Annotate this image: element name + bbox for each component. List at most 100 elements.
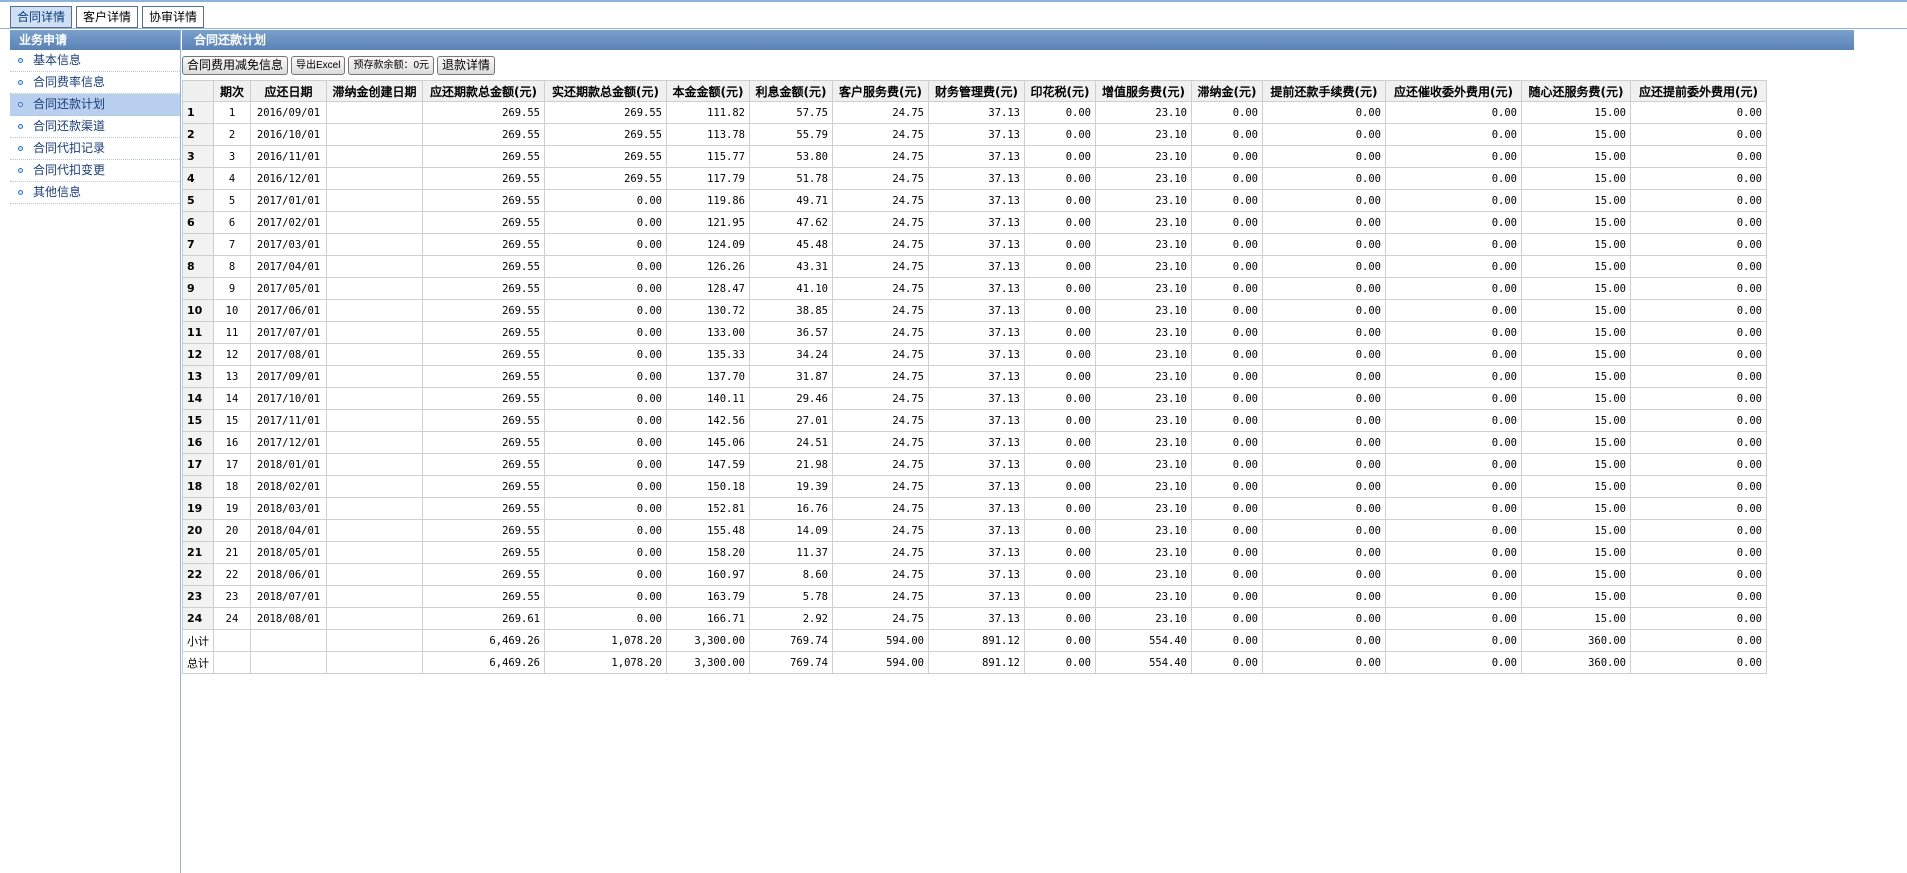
table-cell: 0.00 (544, 343, 667, 366)
tab-review-details[interactable]: 协审详情 (142, 6, 205, 28)
table-row[interactable]: 17 17 2018/01/01 269.55 0.00 147.59 21.98 24.75… (182, 453, 1767, 476)
table-row[interactable]: 12 12 2017/08/01 269.55 0.00 135.33 34.24 24.75… (182, 343, 1767, 366)
table-cell: 23.10 (1095, 431, 1192, 454)
table-row[interactable]: 13 13 2017/09/01 269.55 0.00 137.70 31.87 24.75… (182, 365, 1767, 388)
table-cell: 0.00 (1024, 101, 1096, 124)
table-cell: 0.00 (1385, 541, 1522, 564)
column-header[interactable]: 本金金额(元) (666, 80, 750, 102)
table-row[interactable]: 9 9 2017/05/01 269.55 0.00 128.47 41.10 24.75 37… (182, 277, 1767, 300)
table-cell: 0.00 (1630, 453, 1767, 476)
table-row[interactable]: 21 21 2018/05/01 269.55 0.00 158.20 11.37 24.75… (182, 541, 1767, 564)
table-cell: 1 (213, 101, 251, 124)
table-row[interactable]: 8 8 2017/04/01 269.55 0.00 126.26 43.31 24.75 37… (182, 255, 1767, 278)
table-cell: 24.75 (832, 101, 929, 124)
table-cell: 19 (213, 497, 251, 520)
sidebar-item[interactable]: 合同还款渠道 (10, 116, 180, 138)
table-cell: 0.00 (1630, 563, 1767, 586)
table-cell: 0.00 (1262, 277, 1386, 300)
table-row[interactable]: 20 20 2018/04/01 269.55 0.00 155.48 14.09 24.75… (182, 519, 1767, 542)
column-header[interactable]: 增值服务费(元) (1095, 80, 1192, 102)
table-row[interactable]: 19 19 2018/03/01 269.55 0.00 152.81 16.76 24.75… (182, 497, 1767, 520)
table-cell: 769.74 (749, 629, 833, 652)
table-cell: 0.00 (544, 475, 667, 498)
table-row[interactable]: 1 1 2016/09/01 269.55 269.55 111.82 57.75 24.75… (182, 101, 1767, 124)
table-cell: 0.00 (1024, 541, 1096, 564)
table-cell: 0.00 (1262, 145, 1386, 168)
table-cell: 0.00 (1262, 343, 1386, 366)
table-cell: 37.13 (928, 607, 1025, 630)
table-row[interactable]: 10 10 2017/06/01 269.55 0.00 130.72 38.85 24.75… (182, 299, 1767, 322)
sidebar-item[interactable]: 其他信息 (10, 182, 180, 204)
column-header[interactable]: 财务管理费(元) (928, 80, 1025, 102)
export-excel-button[interactable]: 导出Excel (291, 55, 346, 75)
table-row[interactable]: 16 16 2017/12/01 269.55 0.00 145.06 24.51 24.75… (182, 431, 1767, 454)
table-cell: 0.00 (1630, 409, 1767, 432)
row-number: 7 (182, 233, 214, 256)
table-cell: 269.55 (422, 497, 545, 520)
table-row[interactable]: 5 5 2017/01/01 269.55 0.00 119.86 49.71 24.75 37… (182, 189, 1767, 212)
column-header[interactable]: 随心还服务费(元) (1521, 80, 1631, 102)
table-cell: 0.00 (1191, 299, 1263, 322)
table-cell: 0.00 (1630, 145, 1767, 168)
table-cell: 23.10 (1095, 409, 1192, 432)
table-cell (326, 101, 423, 124)
column-header[interactable]: 滞纳金(元) (1191, 80, 1263, 102)
table-cell: 23.10 (1095, 255, 1192, 278)
column-header[interactable]: 应还期款总金额(元) (422, 80, 545, 102)
tab-customer-details[interactable]: 客户详情 (76, 6, 139, 28)
table-cell: 0.00 (1630, 629, 1767, 652)
table-cell: 0.00 (1262, 453, 1386, 476)
column-header[interactable]: 利息金额(元) (749, 80, 833, 102)
table-row[interactable]: 2 2 2016/10/01 269.55 269.55 113.78 55.79 24.75… (182, 123, 1767, 146)
sidebar-item-label: 其他信息 (33, 185, 82, 199)
table-row[interactable]: 3 3 2016/11/01 269.55 269.55 115.77 53.80 24.75… (182, 145, 1767, 168)
table-row[interactable]: 24 24 2018/08/01 269.61 0.00 166.71 2.92 24.75 3… (182, 607, 1767, 630)
column-header[interactable]: 应还催收委外费用(元) (1385, 80, 1522, 102)
table-cell: 8.60 (749, 563, 833, 586)
fee-waiver-button[interactable]: 合同费用减免信息 (182, 55, 289, 75)
table-row[interactable]: 18 18 2018/02/01 269.55 0.00 150.18 19.39 24.75… (182, 475, 1767, 498)
table-cell: 37.13 (928, 563, 1025, 586)
table-row[interactable]: 23 23 2018/07/01 269.55 0.00 163.79 5.78 24.75 3… (182, 585, 1767, 608)
column-header[interactable]: 应还提前委外费用(元) (1630, 80, 1767, 102)
table-row[interactable]: 4 4 2016/12/01 269.55 269.55 117.79 51.78 24.75… (182, 167, 1767, 190)
column-header[interactable]: 印花税(元) (1024, 80, 1096, 102)
column-header[interactable]: 实还期款总金额(元) (544, 80, 667, 102)
table-cell: 0.00 (1024, 387, 1096, 410)
refund-details-button[interactable]: 退款详情 (437, 55, 496, 75)
table-row[interactable]: 11 11 2017/07/01 269.55 0.00 133.00 36.57 24.75… (182, 321, 1767, 344)
table-cell: 0.00 (1630, 123, 1767, 146)
table-cell: 23.10 (1095, 475, 1192, 498)
table-cell: 0.00 (1191, 563, 1263, 586)
sidebar-item[interactable]: 基本信息 (10, 50, 180, 72)
column-header[interactable]: 期次 (213, 80, 251, 102)
column-header[interactable]: 滞纳金创建日期 (326, 80, 423, 102)
table-row[interactable]: 7 7 2017/03/01 269.55 0.00 124.09 45.48 24.75 37… (182, 233, 1767, 256)
sidebar-item[interactable]: 合同费率信息 (10, 72, 180, 94)
column-header[interactable]: 客户服务费(元) (832, 80, 929, 102)
tab-contract-details[interactable]: 合同详情 (10, 6, 73, 28)
table-cell: 2018/05/01 (250, 541, 327, 564)
sidebar-item[interactable]: 合同代扣变更 (10, 160, 180, 182)
table-cell: 0.00 (1191, 585, 1263, 608)
table-cell: 15.00 (1521, 233, 1631, 256)
column-header[interactable]: 提前还款手续费(元) (1262, 80, 1386, 102)
top-tabs: 合同详情 客户详情 协审详情 (10, 6, 208, 28)
column-header[interactable]: 应还日期 (250, 80, 327, 102)
table-cell: 3,300.00 (666, 629, 750, 652)
table-row[interactable]: 6 6 2017/02/01 269.55 0.00 121.95 47.62 24.75 37… (182, 211, 1767, 234)
table-cell: 0.00 (544, 321, 667, 344)
prepaid-balance-button[interactable]: 预存款余额：0元 (348, 55, 435, 75)
row-number: 19 (182, 497, 214, 520)
table-cell: 15.00 (1521, 299, 1631, 322)
table-cell: 15.00 (1521, 431, 1631, 454)
sidebar-item[interactable]: 合同还款计划 (10, 94, 180, 116)
table-cell: 0.00 (1262, 431, 1386, 454)
table-row[interactable]: 15 15 2017/11/01 269.55 0.00 142.56 27.01 24.75… (182, 409, 1767, 432)
sidebar-item[interactable]: 合同代扣记录 (10, 138, 180, 160)
row-number: 4 (182, 167, 214, 190)
table-cell: 0.00 (1630, 585, 1767, 608)
table-row[interactable]: 14 14 2017/10/01 269.55 0.00 140.11 29.46 24.75… (182, 387, 1767, 410)
table-cell: 13 (213, 365, 251, 388)
table-row[interactable]: 22 22 2018/06/01 269.55 0.00 160.97 8.60 24.75 3… (182, 563, 1767, 586)
